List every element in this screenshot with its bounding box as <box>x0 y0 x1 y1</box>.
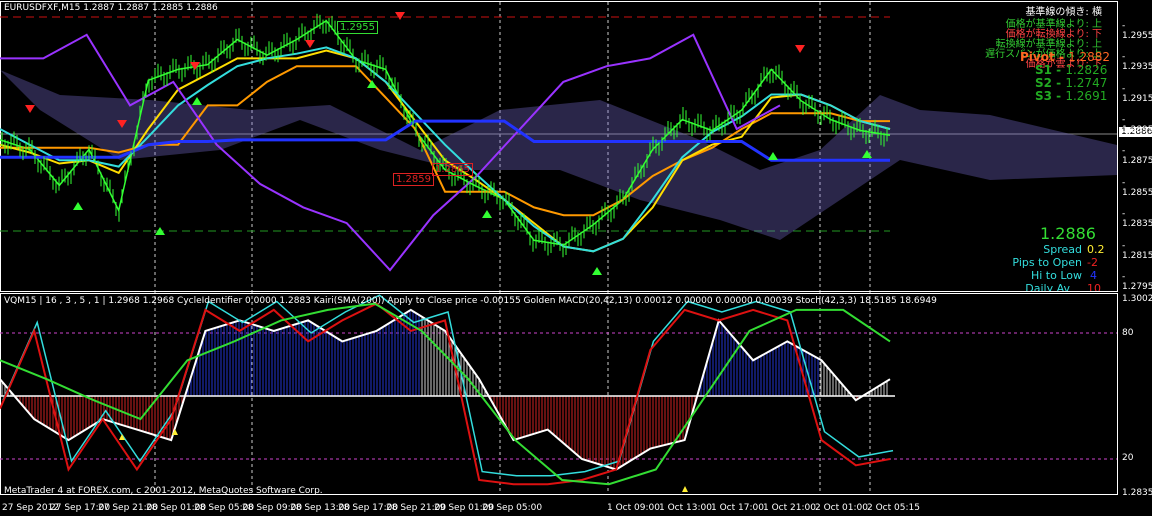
price-label: 1.2859 <box>393 173 434 186</box>
price-tick: - 1.2815 <box>1122 240 1152 261</box>
price-tick: - 1.2855 <box>1122 177 1152 198</box>
price-tick: - 1.2875 <box>1122 146 1152 167</box>
time-tick: 2 Oct 01:00 <box>815 503 868 513</box>
pivot-row: Pivot - 1.2882 <box>1020 50 1111 64</box>
pips-value: -2 <box>1087 256 1098 269</box>
price-tick: - 1.2915 <box>1122 83 1152 104</box>
s3-row: S3 - 1.2691 <box>1035 89 1108 103</box>
spread-label: Spread <box>1043 243 1082 256</box>
current-price: 1.2886 <box>1040 224 1096 243</box>
symbol-header: EURUSDFXF,M15 1.2887 1.2887 1.2885 1.288… <box>4 3 218 13</box>
s2-label: S2 <box>1035 76 1052 90</box>
oscillator-tick: 1.3002 <box>1122 294 1152 304</box>
time-tick: 1 Oct 17:00 <box>711 503 764 513</box>
oscillator-tick: 20 <box>1122 453 1134 463</box>
signal-arrow-icon <box>682 486 688 492</box>
s2-value: 1.2747 <box>1065 76 1108 90</box>
hilo-label: Hi to Low <box>1030 269 1082 282</box>
time-tick: 2 Oct 05:15 <box>867 503 920 513</box>
copyright: MetaTrader 4 at FOREX.com, c 2001-2012, … <box>4 486 323 496</box>
time-tick: 1 Oct 13:00 <box>659 503 712 513</box>
spread-value: 0.2 <box>1087 243 1105 256</box>
sell-arrow-icon <box>395 12 405 20</box>
time-tick: 1 Oct 09:00 <box>607 503 660 513</box>
series-stoch-signal <box>2 294 894 477</box>
s1-row: S1 - 1.2826 <box>1035 63 1108 77</box>
buy-arrow-icon <box>367 80 377 88</box>
buy-arrow-icon <box>768 152 778 160</box>
s2-row: S2 - 1.2747 <box>1035 76 1108 90</box>
price-tick: - 1.2895 <box>1122 115 1152 136</box>
buy-arrow-icon <box>592 267 602 275</box>
hilo-value: 4 <box>1090 269 1097 282</box>
sell-arrow-icon <box>795 45 805 53</box>
high-price-label: 1.2955 <box>337 21 378 34</box>
price-tick: - 1.2955 <box>1122 21 1152 41</box>
pivot-label: Pivot <box>1020 50 1055 64</box>
pips-label: Pips to Open <box>1012 256 1082 269</box>
pivot-value: 1.2882 <box>1068 50 1111 64</box>
oscillator-tick: 80 <box>1122 328 1134 338</box>
series-oscillator <box>0 308 891 471</box>
price-label: 1.2865 <box>432 163 473 176</box>
chart-canvas[interactable] <box>0 0 1152 516</box>
s3-value: 1.2691 <box>1065 89 1108 103</box>
time-tick: 29 Sep 05:00 <box>482 503 543 513</box>
sub-panel-frame <box>0 293 1118 495</box>
time-tick: 1 Oct 21:00 <box>763 503 816 513</box>
buy-arrow-icon <box>73 202 83 210</box>
price-tick: - 1.2935 <box>1122 52 1152 73</box>
price-tick: - 1.2795 <box>1122 271 1152 292</box>
price-tick: - 1.2835 <box>1122 209 1152 230</box>
s3-label: S3 <box>1035 89 1052 103</box>
sell-arrow-icon <box>25 105 35 113</box>
buy-arrow-icon <box>192 97 202 105</box>
daily-value: 10 <box>1087 282 1101 291</box>
sell-arrow-icon <box>305 40 315 48</box>
oscillator-tick: 1.2835 <box>1122 488 1152 498</box>
subwindow-header: VQM15 | 16 , 3 , 5 , 1 | 1.2968 1.2968 C… <box>4 296 937 306</box>
buy-arrow-icon <box>482 210 492 218</box>
s1-label: S1 <box>1035 63 1052 77</box>
daily-label: Daily Av <box>1025 282 1070 291</box>
s1-value: 1.2826 <box>1065 63 1108 77</box>
info-clip: Daily Av 10 <box>0 282 1118 291</box>
